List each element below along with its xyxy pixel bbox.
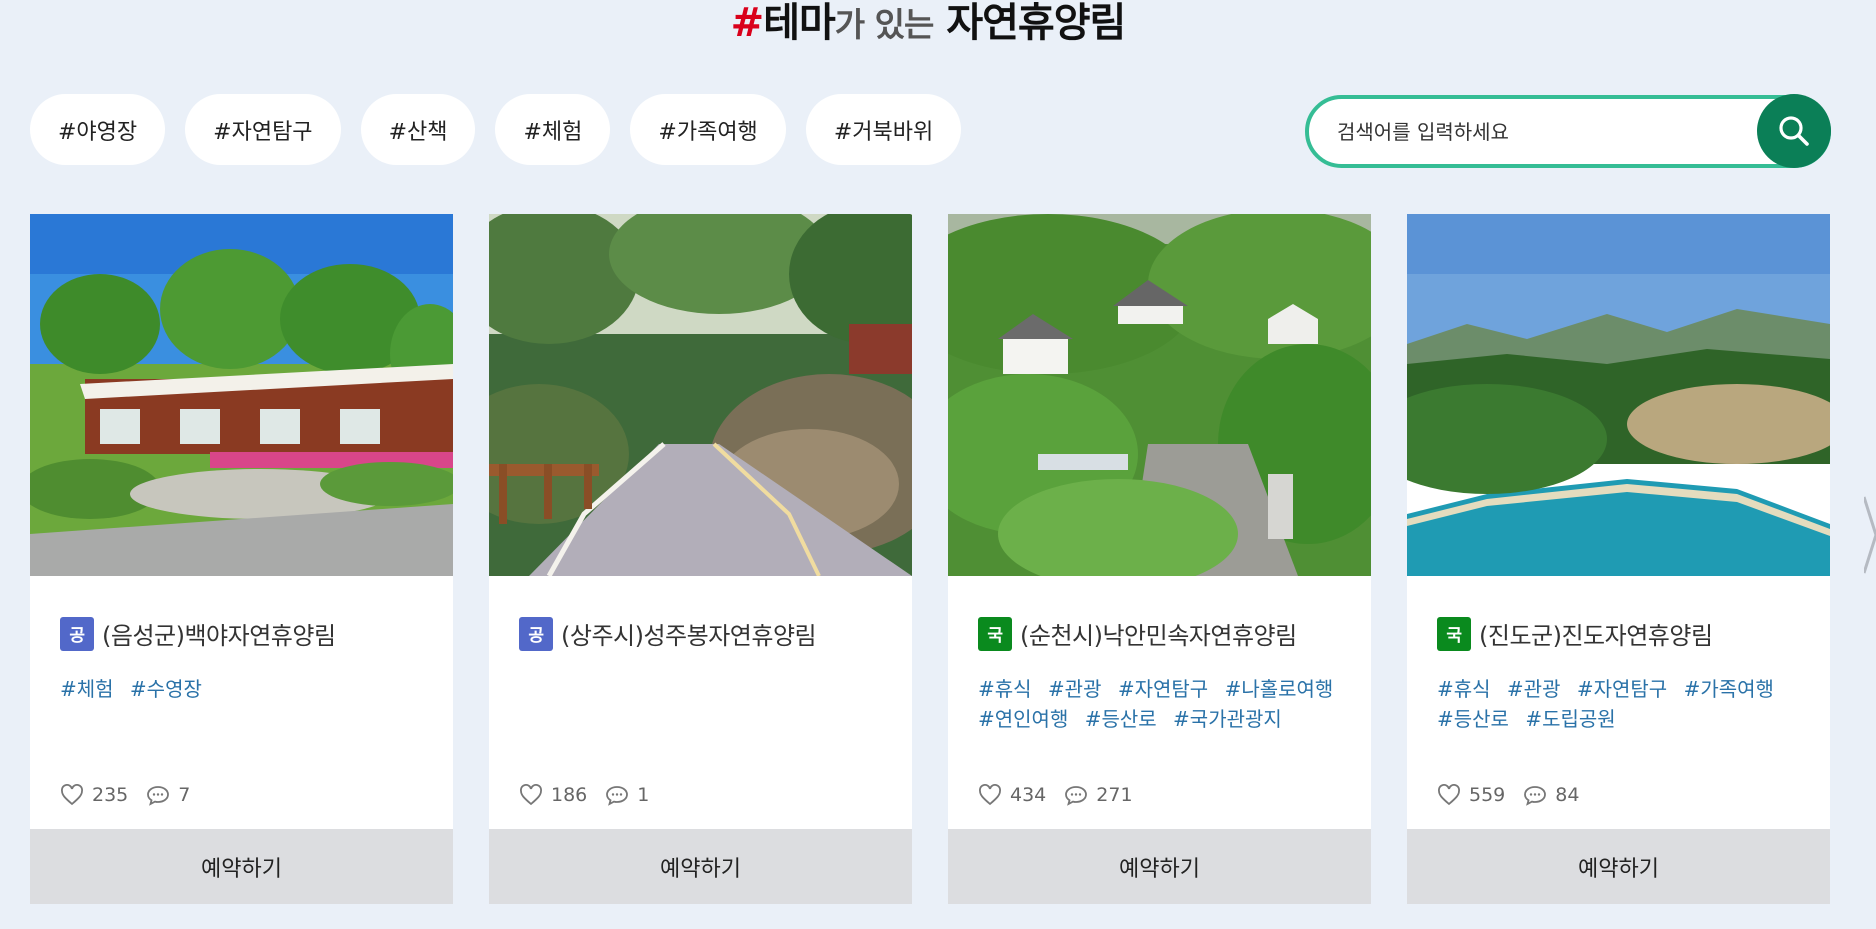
tag-chip-nature-exploration[interactable]: #자연탐구: [185, 94, 341, 165]
tag-chip-camping[interactable]: #야영장: [30, 94, 166, 165]
forest-tag[interactable]: #휴식: [978, 674, 1032, 704]
tag-chip-experience[interactable]: #체험: [495, 94, 611, 165]
comment-icon: [1524, 786, 1547, 806]
forest-tags: #체험 #수영장: [60, 674, 430, 704]
reserve-button[interactable]: 예약하기: [30, 829, 453, 904]
like-stat[interactable]: 235: [60, 784, 128, 806]
reserve-button[interactable]: 예약하기: [489, 829, 912, 904]
forest-tag[interactable]: #연인여행: [978, 704, 1068, 734]
comment-stat[interactable]: 84: [1523, 784, 1579, 806]
forest-name-text[interactable]: (상주시)성주봉자연휴양림: [561, 616, 817, 651]
forest-tag[interactable]: #등산로: [1085, 704, 1157, 734]
forest-tag[interactable]: #관광: [1048, 674, 1102, 704]
forest-tag[interactable]: #가족여행: [1684, 674, 1774, 704]
heart-icon: [1438, 784, 1460, 806]
title-theme: 테마: [763, 0, 836, 46]
title-hash: #: [730, 0, 765, 46]
forest-card[interactable]: 공 (상주시)성주봉자연휴양림 186 1 예약하기: [489, 214, 912, 904]
forest-tag[interactable]: #자연탐구: [1577, 674, 1667, 704]
forest-photo[interactable]: [30, 214, 453, 576]
next-arrow-icon[interactable]: [1864, 495, 1876, 575]
forest-tag[interactable]: #도립공원: [1525, 704, 1615, 734]
comment-stat[interactable]: 271: [1064, 784, 1133, 806]
forest-name-text[interactable]: (음성군)백야자연휴양림: [102, 616, 336, 651]
forest-tag[interactable]: #국가관광지: [1173, 704, 1282, 734]
forest-tag[interactable]: #자연탐구: [1118, 674, 1208, 704]
badge-national: 국: [978, 616, 1012, 651]
theme-tag-list: #야영장 #자연탐구 #산책 #체험 #가족여행 #거북바위: [30, 94, 962, 165]
page: #테마가 있는 자연휴양림 #야영장 #자연탐구 #산책 #체험 #가족여행 #…: [0, 0, 1876, 929]
page-title: #테마가 있는 자연휴양림: [0, 0, 1856, 48]
heart-icon: [979, 784, 1001, 806]
forest-stats: 559 84: [1437, 784, 1597, 806]
reserve-button[interactable]: 예약하기: [1407, 829, 1830, 904]
forest-tag[interactable]: #체험: [60, 674, 114, 704]
forest-tags: #휴식 #관광 #자연탐구 #가족여행 #등산로 #도립공원: [1437, 674, 1807, 734]
forest-tag[interactable]: #나홀로여행: [1225, 674, 1334, 704]
like-count: 434: [1010, 784, 1047, 806]
comment-stat[interactable]: 1: [605, 784, 649, 806]
comment-count: 7: [178, 784, 191, 806]
forest-card[interactable]: 공 (음성군)백야자연휴양림 #체험 #수영장 235 7 예약하기: [30, 214, 453, 904]
comment-icon: [1065, 786, 1088, 806]
forest-tag[interactable]: #등산로: [1437, 704, 1509, 734]
forest-tags: #휴식 #관광 #자연탐구 #나홀로여행 #연인여행 #등산로 #국가관광지: [978, 674, 1348, 734]
forest-name[interactable]: 국 (진도군)진도자연휴양림: [1437, 616, 1713, 651]
tag-chip-family-trip[interactable]: #가족여행: [630, 94, 786, 165]
like-stat[interactable]: 186: [519, 784, 587, 806]
forest-photo[interactable]: [489, 214, 912, 576]
badge-national: 국: [1437, 616, 1471, 651]
like-count: 186: [551, 784, 588, 806]
comment-icon: [147, 786, 170, 806]
forest-tag[interactable]: #휴식: [1437, 674, 1491, 704]
forest-name-text[interactable]: (순천시)낙안민속자연휴양림: [1020, 616, 1297, 651]
badge-public: 공: [60, 616, 94, 651]
badge-public: 공: [519, 616, 553, 651]
forest-photo[interactable]: [948, 214, 1371, 576]
forest-stats: 434 271: [978, 784, 1151, 806]
tag-chip-turtle-rock[interactable]: #거북바위: [805, 94, 962, 165]
search-button[interactable]: [1757, 94, 1831, 168]
forest-card-list: 공 (음성군)백야자연휴양림 #체험 #수영장 235 7 예약하기 공 (상주…: [30, 214, 1830, 904]
forest-name[interactable]: 공 (상주시)성주봉자연휴양림: [519, 616, 817, 651]
comment-count: 1: [637, 784, 650, 806]
search-input[interactable]: [1337, 99, 1737, 164]
forest-card[interactable]: 국 (진도군)진도자연휴양림 #휴식 #관광 #자연탐구 #가족여행 #등산로 …: [1407, 214, 1830, 904]
title-connector: 가 있는: [834, 5, 935, 44]
forest-name[interactable]: 국 (순천시)낙안민속자연휴양림: [978, 616, 1297, 651]
like-count: 235: [92, 784, 129, 806]
forest-tag[interactable]: #수영장: [130, 674, 202, 704]
comment-stat[interactable]: 7: [146, 784, 190, 806]
forest-stats: 235 7: [60, 784, 208, 806]
forest-tag[interactable]: #관광: [1507, 674, 1561, 704]
search-icon: [1779, 116, 1809, 146]
comment-count: 84: [1555, 784, 1580, 806]
search-box: [1305, 95, 1831, 168]
heart-icon: [61, 784, 83, 806]
forest-name-text[interactable]: (진도군)진도자연휴양림: [1479, 616, 1713, 651]
forest-stats: 186 1: [519, 784, 667, 806]
comment-icon: [606, 786, 629, 806]
like-stat[interactable]: 559: [1437, 784, 1505, 806]
title-subject: 자연휴양림: [946, 0, 1126, 46]
reserve-button[interactable]: 예약하기: [948, 829, 1371, 904]
comment-count: 271: [1096, 784, 1133, 806]
forest-card[interactable]: 국 (순천시)낙안민속자연휴양림 #휴식 #관광 #자연탐구 #나홀로여행 #연…: [948, 214, 1371, 904]
like-count: 559: [1469, 784, 1506, 806]
tag-chip-walk[interactable]: #산책: [360, 94, 476, 165]
heart-icon: [520, 784, 542, 806]
forest-name[interactable]: 공 (음성군)백야자연휴양림: [60, 616, 336, 651]
forest-photo[interactable]: [1407, 214, 1830, 576]
like-stat[interactable]: 434: [978, 784, 1046, 806]
